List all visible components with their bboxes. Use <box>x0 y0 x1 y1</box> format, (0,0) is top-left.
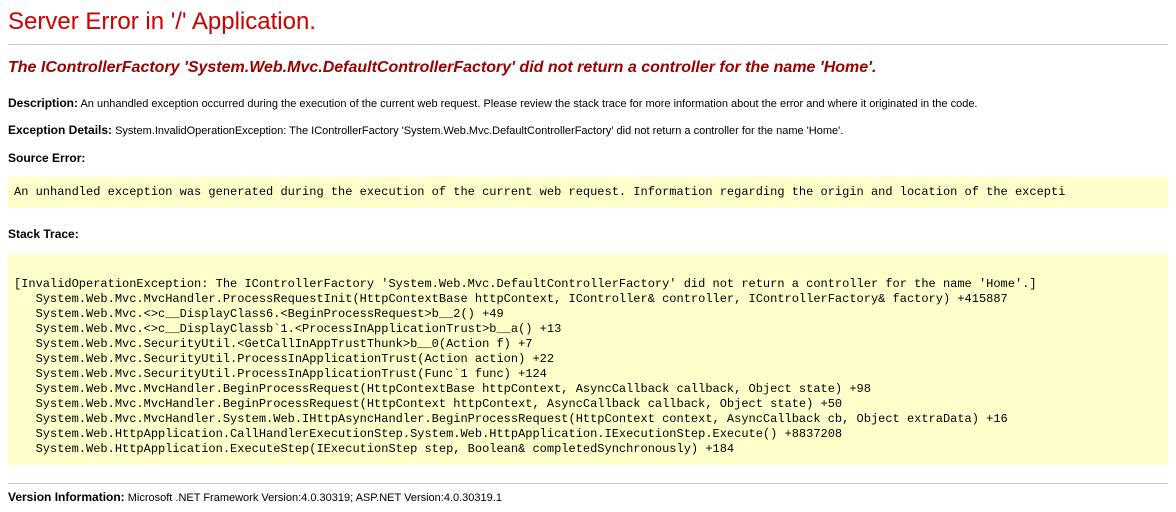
stack-trace-label: Stack Trace: <box>8 227 79 241</box>
exception-details-label: Exception Details: <box>8 123 112 137</box>
stack-trace-section: Stack Trace: <box>8 226 1168 243</box>
version-section: Version Information: Microsoft .NET Fram… <box>8 490 1168 504</box>
page-title: Server Error in '/' Application. <box>8 8 1168 36</box>
divider-bottom <box>8 483 1168 484</box>
divider <box>8 44 1168 45</box>
description-text: An unhandled exception occurred during t… <box>80 98 977 110</box>
exception-message: The IControllerFactory 'System.Web.Mvc.D… <box>8 59 1168 77</box>
version-text: Microsoft .NET Framework Version:4.0.303… <box>128 492 502 504</box>
exception-details-text: System.InvalidOperationException: The IC… <box>115 125 843 137</box>
stack-trace-code: [InvalidOperationException: The IControl… <box>8 254 1168 465</box>
source-error-code: An unhandled exception was generated dur… <box>8 177 1168 208</box>
exception-details-section: Exception Details: System.InvalidOperati… <box>8 122 1168 139</box>
source-error-label: Source Error: <box>8 151 85 165</box>
version-label: Version Information: <box>8 490 125 504</box>
description-section: Description: An unhandled exception occu… <box>8 95 1168 112</box>
description-label: Description: <box>8 96 78 110</box>
source-error-section: Source Error: <box>8 150 1168 167</box>
